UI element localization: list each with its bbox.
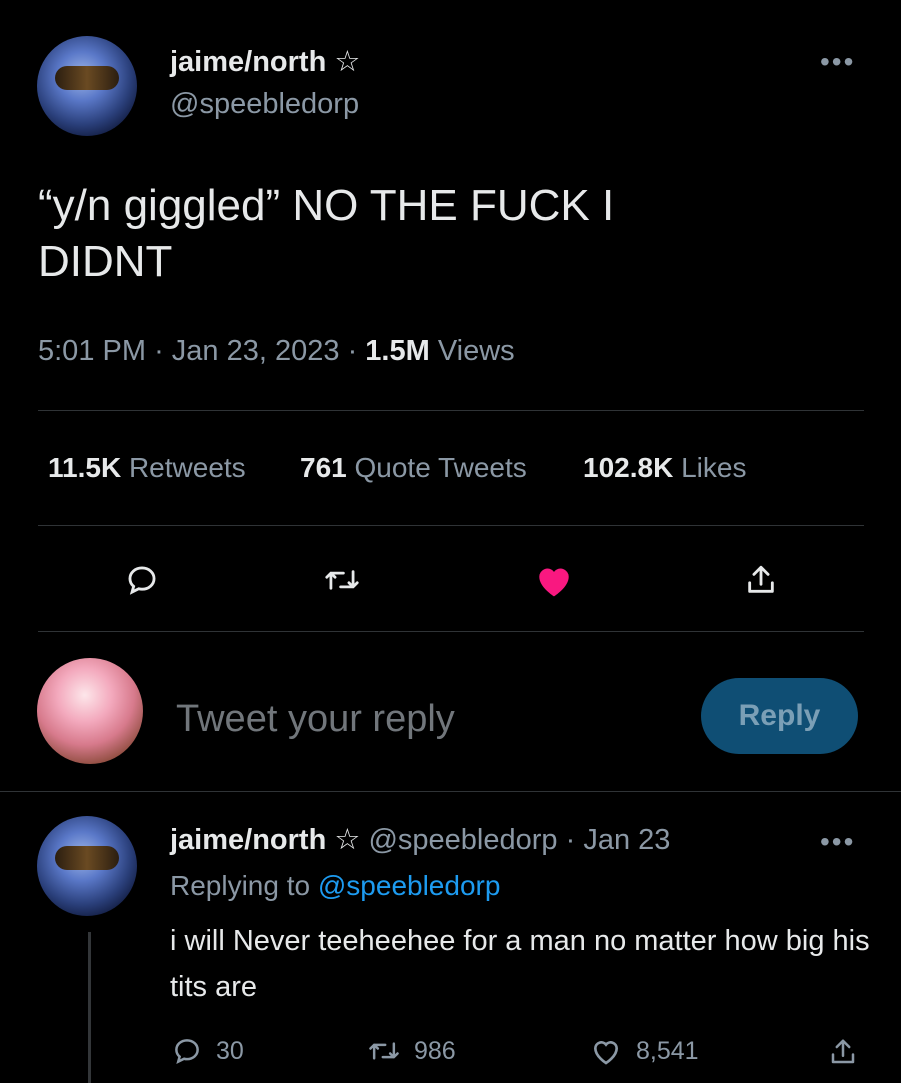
retweet-icon[interactable] [318,556,366,604]
retweets-label: Retweets [128,452,246,483]
divider [0,791,901,792]
retweet-icon [369,1042,399,1060]
likes-stat[interactable]: 102.8K Likes [583,452,746,484]
author-name[interactable]: jaime/north ☆ [170,44,360,79]
reply-input[interactable]: Tweet your reply [176,698,455,741]
tweet-time[interactable]: 5:01 PM [38,335,146,367]
reply-like-action[interactable]: 8,541 [590,1036,699,1066]
like-count: 8,541 [636,1036,699,1065]
tweet-text-line-2: DIDNT [38,237,173,286]
reply-button[interactable]: Reply [701,678,858,754]
tweet-text-line-1: “y/n giggled” NO THE FUCK I [38,181,615,230]
tweet-date[interactable]: Jan 23, 2023 [172,335,340,367]
heart-icon [593,1041,619,1065]
reply-text: i will Never teeheehee for a man no matt… [170,925,870,1003]
heart-filled-icon[interactable] [530,556,578,604]
share-icon[interactable] [737,556,785,604]
reply-author-avatar[interactable] [37,816,137,916]
quotes-label: Quote Tweets [354,452,527,483]
separator: · [347,335,358,367]
quote-tweets-stat[interactable]: 761 Quote Tweets [300,452,527,484]
likes-count: 102.8K [583,452,674,483]
reply-more-options-icon[interactable]: ••• [820,826,855,858]
star-icon: ☆ [334,824,361,856]
replying-prefix: Replying to [170,870,311,901]
quotes-count: 761 [300,452,347,483]
retweets-stat[interactable]: 11.5K Retweets [48,452,246,484]
reply-header: jaime/north ☆ @speebledorp · Jan 23 [170,822,670,857]
likes-label: Likes [681,452,747,483]
share-icon [831,1039,855,1064]
separator: · [154,335,164,367]
reply-author-handle[interactable]: @speebledorp [368,824,557,856]
separator: · [565,824,576,856]
reply-icon[interactable] [118,556,166,604]
current-user-avatar[interactable] [37,658,143,764]
replying-to: Replying to @speebledorp [170,870,500,902]
author-avatar[interactable] [37,36,137,136]
star-icon: ☆ [334,46,361,78]
views-label: Views [437,335,515,367]
reply-reply-action[interactable]: 30 [172,1036,244,1066]
retweet-count: 986 [414,1036,456,1065]
reply-author-name[interactable]: jaime/north [170,824,326,856]
replying-handle-link[interactable]: @speebledorp [318,870,501,901]
author-handle[interactable]: @speebledorp [170,88,359,121]
author-name-text[interactable]: jaime/north [170,46,326,78]
thread-line [88,932,91,1083]
reply-icon [175,1039,199,1064]
tweet-text: “y/n giggled” NO THE FUCK I DIDNT [38,178,838,290]
tweet-meta: 5:01 PM · Jan 23, 2023 · 1.5M Views [38,335,515,368]
divider [38,525,864,526]
reply-retweet-action[interactable]: 986 [368,1036,456,1066]
reply-count: 30 [216,1036,244,1065]
more-options-icon[interactable]: ••• [820,46,855,78]
retweets-count: 11.5K [48,452,122,483]
views-count: 1.5M [365,335,430,367]
reply-date[interactable]: Jan 23 [583,824,670,856]
reply-share-action[interactable] [828,1036,858,1068]
divider [38,631,864,632]
tweet-actions [0,556,901,606]
divider [38,410,864,411]
